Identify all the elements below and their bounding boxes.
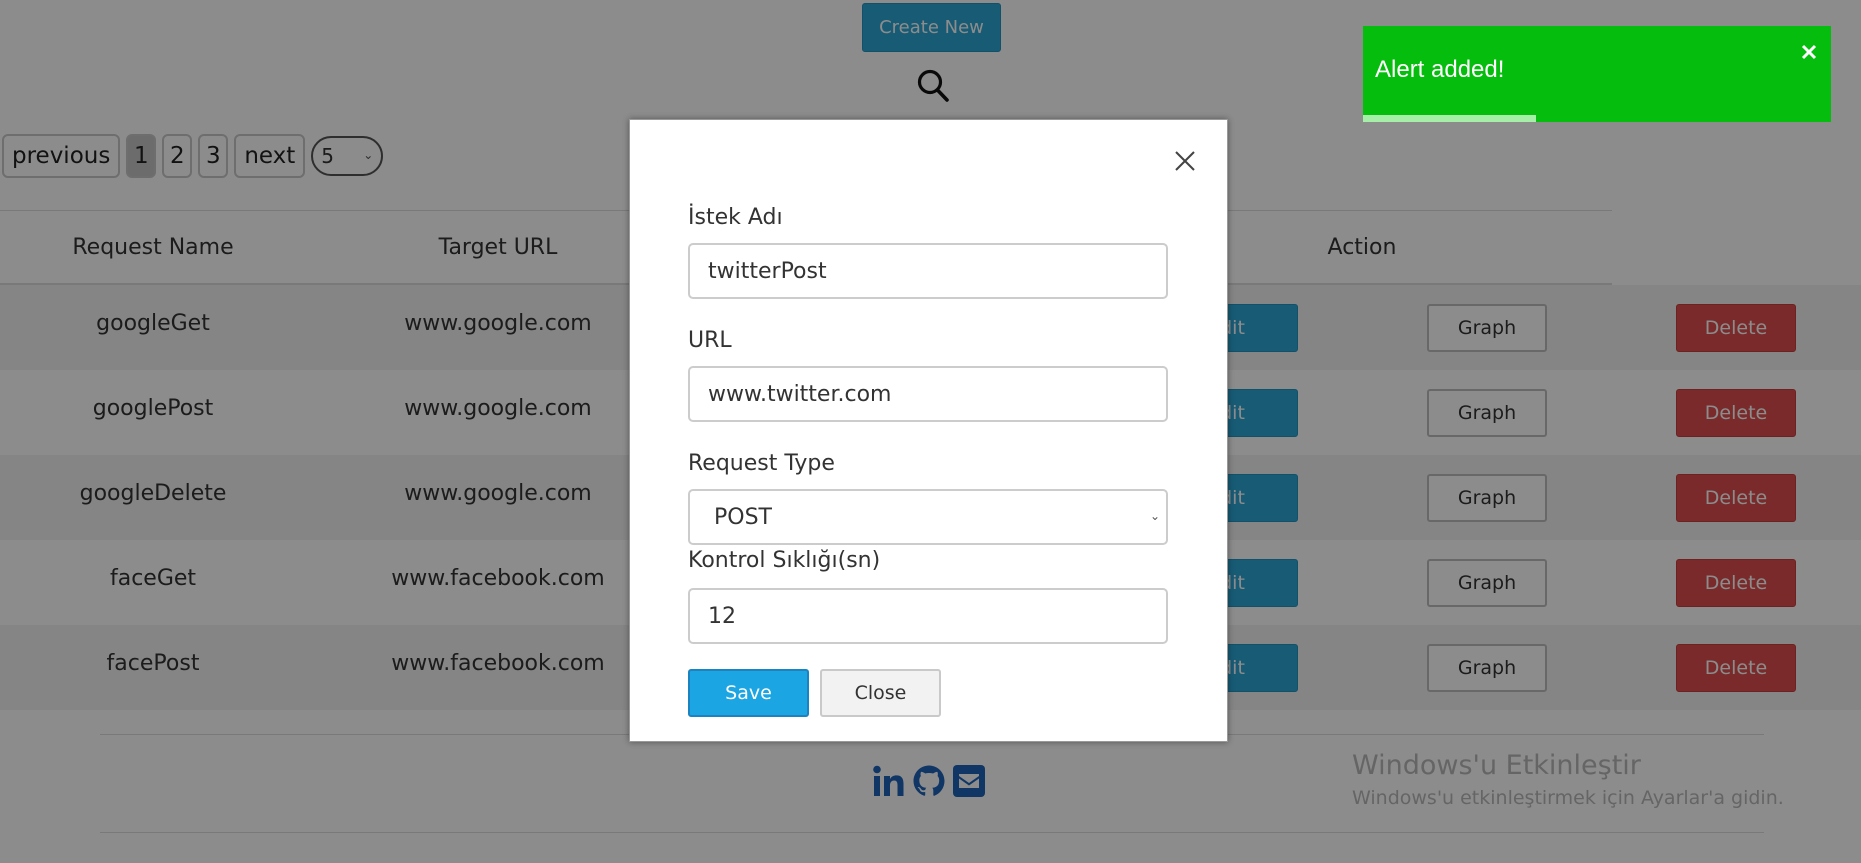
- close-button[interactable]: Close: [820, 669, 941, 717]
- chevron-down-icon: ⌄: [1149, 509, 1160, 523]
- toast-progress-track: [1363, 115, 1831, 122]
- alert-toast: Alert added!: [1363, 26, 1831, 122]
- modal-close-icon[interactable]: [1167, 143, 1203, 179]
- request-name-input[interactable]: twitterPost: [688, 243, 1168, 299]
- toast-close-icon[interactable]: [1798, 41, 1820, 63]
- url-label: URL: [688, 328, 732, 353]
- url-input[interactable]: www.twitter.com: [688, 366, 1168, 422]
- request-type-label: Request Type: [688, 451, 835, 476]
- save-button[interactable]: Save: [688, 669, 809, 717]
- request-type-value: POST: [714, 504, 772, 530]
- interval-label: Kontrol Sıklığı(sn): [688, 548, 881, 573]
- request-name-label: İstek Adı: [688, 205, 783, 230]
- edit-request-modal: İstek Adı twitterPost URL www.twitter.co…: [629, 119, 1228, 742]
- toast-message: Alert added!: [1375, 56, 1505, 83]
- toast-progress-bar: [1363, 115, 1537, 122]
- request-type-select[interactable]: POST ⌄: [688, 489, 1168, 545]
- interval-input[interactable]: 12: [688, 588, 1168, 644]
